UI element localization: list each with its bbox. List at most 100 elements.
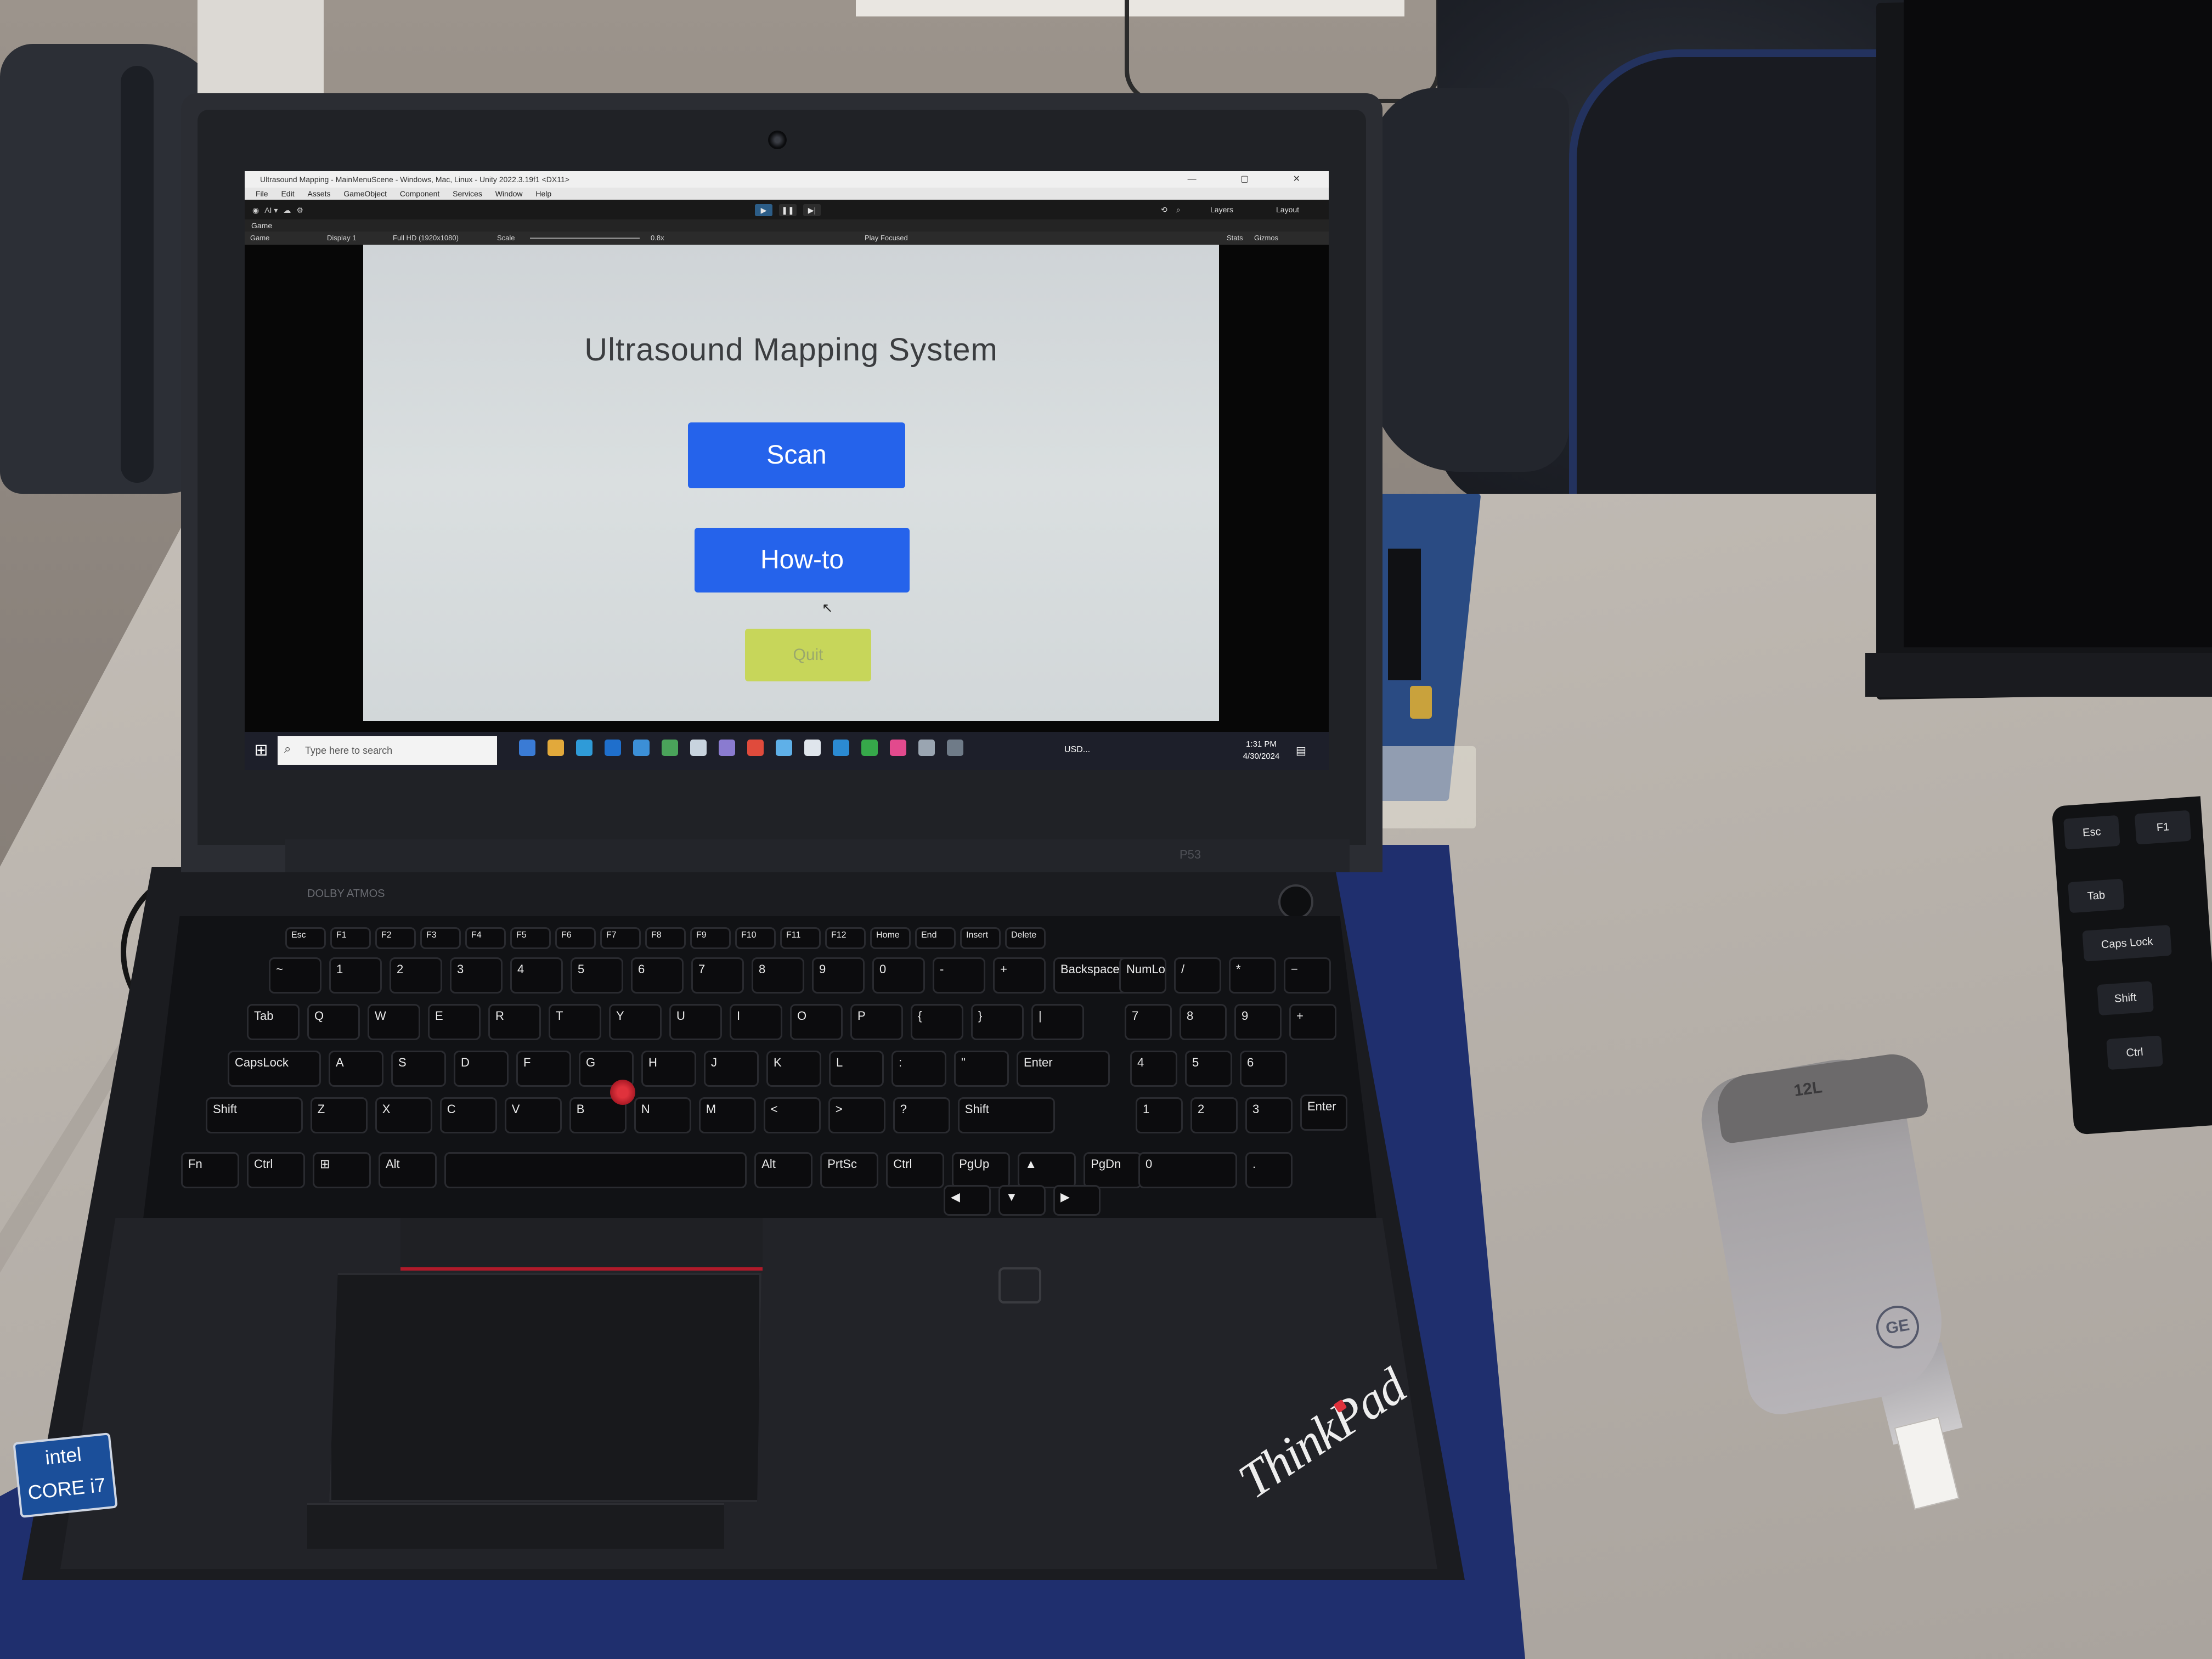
laptop-key[interactable]: Ctrl (247, 1152, 305, 1188)
taskbar-app-icon[interactable] (633, 740, 650, 756)
numpad-key[interactable]: NumLock (1119, 957, 1166, 994)
laptop-key[interactable]: ~ (269, 957, 321, 994)
laptop-key[interactable]: + (993, 957, 1046, 994)
laptop-key[interactable]: PgUp (952, 1152, 1011, 1188)
laptop-key[interactable]: F12 (825, 927, 866, 949)
laptop-key[interactable]: Insert (960, 927, 1001, 949)
laptop-key[interactable]: Alt (379, 1152, 437, 1188)
numpad-key[interactable]: + (1289, 1004, 1336, 1040)
laptop-key[interactable]: - (933, 957, 985, 994)
taskbar-app-icon[interactable] (719, 740, 735, 756)
laptop-key[interactable]: ⊞ (313, 1152, 371, 1188)
settings-icon[interactable]: ⚙ (296, 206, 303, 215)
laptop-key[interactable]: I (730, 1004, 782, 1040)
laptop-key[interactable]: | (1031, 1004, 1084, 1040)
laptop-key[interactable]: W (368, 1004, 420, 1040)
laptop-key[interactable]: 7 (691, 957, 744, 994)
numpad-key[interactable]: 7 (1125, 1004, 1172, 1040)
laptop-key[interactable]: F2 (375, 927, 416, 949)
laptop-key[interactable]: 9 (812, 957, 865, 994)
numpad-key[interactable]: * (1229, 957, 1276, 994)
resolution-dropdown[interactable]: Full HD (1920x1080) (393, 232, 459, 245)
numpad-key[interactable]: 9 (1234, 1004, 1282, 1040)
numpad-key[interactable]: / (1174, 957, 1221, 994)
laptop-key[interactable]: 3 (450, 957, 503, 994)
gizmos-button[interactable]: Gizmos (1254, 232, 1278, 245)
menu-help[interactable]: Help (535, 189, 551, 198)
menu-window[interactable]: Window (495, 189, 523, 198)
taskbar-app-icon[interactable] (804, 740, 821, 756)
laptop-key[interactable]: " (954, 1051, 1009, 1087)
taskbar-app-icon[interactable] (833, 740, 849, 756)
menu-file[interactable]: File (256, 189, 268, 198)
clock-time[interactable]: 1:31 PM (1237, 740, 1286, 749)
game-mode-dropdown[interactable]: Game (250, 232, 269, 245)
laptop-key[interactable]: } (971, 1004, 1024, 1040)
pause-icon[interactable]: ❚❚ (779, 204, 797, 216)
quit-button[interactable]: Quit (745, 629, 871, 681)
laptop-key[interactable]: F1 (330, 927, 371, 949)
numpad-key[interactable]: 6 (1240, 1051, 1287, 1087)
laptop-key[interactable]: M (698, 1097, 756, 1133)
unity-taskbar-icon[interactable] (947, 740, 963, 756)
laptop-key[interactable]: T (549, 1004, 601, 1040)
laptop-key[interactable]: PgDn (1084, 1152, 1142, 1188)
taskbar-app-icon[interactable] (747, 740, 764, 756)
menu-services[interactable]: Services (453, 189, 482, 198)
laptop-key[interactable]: P (850, 1004, 903, 1040)
laptop-key[interactable]: 2 (390, 957, 442, 994)
menu-edit[interactable]: Edit (281, 189, 294, 198)
account-icon[interactable]: ◉ (252, 206, 259, 215)
menu-component[interactable]: Component (400, 189, 439, 198)
laptop-key[interactable]: Fn (181, 1152, 239, 1188)
toolbar-right-icons[interactable]: ⟲⌕ (1161, 205, 1189, 215)
laptop-key[interactable]: D (454, 1051, 509, 1087)
howto-button[interactable]: How-to (695, 528, 910, 592)
laptop-key[interactable]: F5 (510, 927, 551, 949)
laptop-key[interactable]: < (763, 1097, 821, 1133)
display-dropdown[interactable]: Display 1 (327, 232, 356, 245)
laptop-key[interactable]: K (766, 1051, 821, 1087)
laptop-key[interactable]: 1 (329, 957, 382, 994)
numpad-key[interactable]: 4 (1130, 1051, 1177, 1087)
touchpad[interactable] (329, 1273, 761, 1502)
cloud-icon[interactable]: ☁ (283, 206, 291, 215)
taskbar-app-icon[interactable] (861, 740, 878, 756)
taskbar-search-input[interactable]: Type here to search (278, 736, 497, 765)
numpad-key[interactable]: 3 (1245, 1097, 1293, 1133)
laptop-key[interactable]: X (375, 1097, 432, 1133)
laptop-key[interactable]: O (790, 1004, 843, 1040)
laptop-key[interactable]: Enter (1017, 1051, 1110, 1087)
laptop-key[interactable]: Delete (1005, 927, 1046, 949)
touchpad-buttons[interactable] (307, 1503, 724, 1549)
scan-button[interactable]: Scan (688, 422, 905, 488)
numpad-key[interactable]: 5 (1185, 1051, 1232, 1087)
laptop-key[interactable]: F9 (690, 927, 731, 949)
stats-button[interactable]: Stats (1227, 232, 1243, 245)
tab-game[interactable]: Game (251, 221, 272, 230)
taskbar-app-icon[interactable] (918, 740, 935, 756)
play-mode-dropdown[interactable]: Play Focused (865, 232, 908, 245)
laptop-key[interactable]: Q (307, 1004, 360, 1040)
menu-assets[interactable]: Assets (307, 189, 330, 198)
laptop-key[interactable] (444, 1152, 747, 1188)
laptop-key[interactable]: J (704, 1051, 759, 1087)
laptop-key[interactable]: H (641, 1051, 696, 1087)
fingerprint-reader-icon[interactable] (998, 1267, 1041, 1304)
laptop-key[interactable]: Alt (754, 1152, 813, 1188)
laptop-key[interactable]: Esc (285, 927, 326, 949)
play-icon[interactable]: ▶ (755, 204, 772, 216)
taskbar-app-icon[interactable] (576, 740, 592, 756)
notification-icon[interactable]: ▤ (1296, 744, 1310, 758)
laptop-key[interactable]: A (329, 1051, 383, 1087)
laptop-key[interactable]: 5 (571, 957, 623, 994)
menu-gameobject[interactable]: GameObject (343, 189, 387, 198)
laptop-key[interactable]: { (911, 1004, 963, 1040)
laptop-key[interactable]: 6 (631, 957, 684, 994)
numpad-key[interactable]: Enter (1300, 1094, 1347, 1131)
numpad-key[interactable]: − (1284, 957, 1331, 994)
laptop-key[interactable]: 4 (510, 957, 563, 994)
account-area[interactable]: ◉ AI ▾ ☁ ⚙ (252, 204, 303, 216)
laptop-key[interactable]: CapsLock (228, 1051, 321, 1087)
numpad-key[interactable]: 2 (1190, 1097, 1238, 1133)
